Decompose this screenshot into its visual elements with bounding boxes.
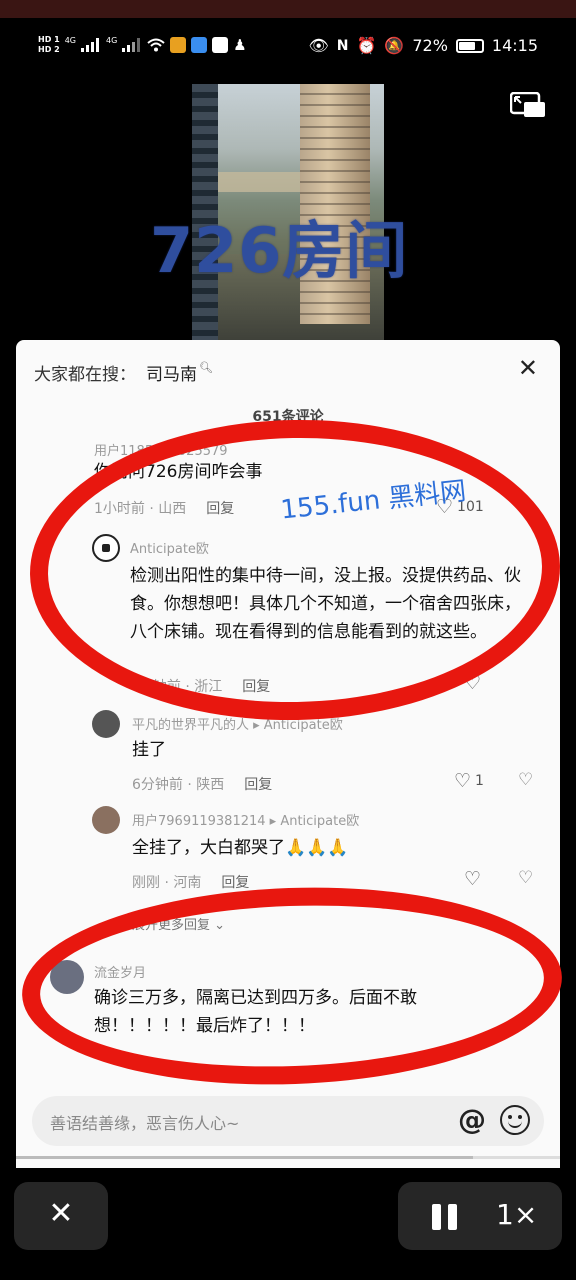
comment-sheet: 大家都在搜： 司马南 🔍︎ ✕ 651条评论 用户1185015025579 你… [16,340,560,1168]
comment-input-placeholder[interactable]: 善语结善缘，恶言伤人心~ [50,1110,239,1134]
battery-level [458,41,475,50]
signal-1-icon [80,38,101,52]
video-overlay-title: 726房间 [150,214,409,287]
comment-time-location: 6分钟前 · 陕西 [132,777,225,793]
mail-app-icon [212,37,229,53]
comment-username[interactable]: 流金岁月 [94,962,146,981]
reply-button[interactable]: 回复 [244,777,272,793]
avatar[interactable] [92,710,120,738]
dislike-icon[interactable]: ♡ [518,868,533,888]
comment-username[interactable]: 用户1185015025579 [94,440,228,459]
comment-username[interactable]: 平凡的世界平凡的人 ▸ Anticipate欧 [132,714,343,733]
pause-icon[interactable] [432,1204,458,1230]
close-player-button[interactable]: ✕ [14,1182,108,1250]
comment-text: 挂了 [132,740,166,760]
trending-search-prefix: 大家都在搜： [34,365,136,385]
dislike-icon[interactable]: ♡ [518,770,533,790]
player-control-group: 1× [398,1182,562,1250]
comment-username[interactable]: 用户7969119381214 ▸ Anticipate欧 [132,810,359,829]
sim2-label: HD 2 [38,45,60,54]
status-bar: HD 1 HD 2 4G 4G ♟ 👁 N ⏰ 🔕 72% 14:15 [0,28,576,68]
reply-button[interactable]: 回复 [242,679,270,695]
qq-penguin-icon: ♟ [233,36,247,54]
mute-bell-icon: 🔕 [384,36,405,55]
comment-meta: 6分钟前 · 陕西 回复 [132,774,272,794]
battery-percent: 72% [412,36,448,55]
comment-text: 检测出阳性的集中待一间，没上报。没提供药品、伙食。你想想吧！具体几个不知道，一个… [130,566,521,642]
wifi-icon [147,38,165,52]
network-gen-1: 4G [64,35,76,45]
trending-search-row[interactable]: 大家都在搜： 司马南 🔍︎ [34,360,213,385]
heart-icon: ♡ [454,770,472,792]
eye-icon: 👁 [308,36,329,55]
comment-text: 全挂了，大白都哭了🙏🙏🙏 [132,838,349,858]
video-scene-river [218,172,308,192]
network-gen-2: 4G [105,35,118,45]
nfc-icon: N [336,37,349,54]
playback-speed-button[interactable]: 1× [496,1198,537,1231]
expand-more-replies[interactable]: 展开更多回复 ⌄ [132,914,225,933]
reply-button[interactable]: 回复 [206,501,234,517]
comment-input-bar[interactable]: 善语结善缘，恶言伤人心~ @ [32,1096,544,1146]
status-left: HD 1 HD 2 4G 4G ♟ [38,35,247,55]
search-icon: 🔍︎ [199,361,213,374]
battery-icon [455,38,484,53]
like-count: 1 [475,773,484,789]
comment-count: 651条评论 [252,409,324,425]
heart-icon: ♡ [464,672,482,694]
sim-hd-indicator: HD 1 HD 2 [38,36,60,54]
status-right: 👁 N ⏰ 🔕 72% 14:15 [308,36,538,55]
heart-icon: ♡ [464,868,482,890]
trending-search-keyword[interactable]: 司马南 [146,360,197,385]
alarm-icon: ⏰ [356,36,377,55]
close-comments-icon[interactable]: ✕ [518,354,538,382]
like-button[interactable]: ♡ [464,868,481,890]
dislike-icon[interactable]: ♡ [518,496,533,516]
close-icon: ✕ [48,1196,74,1231]
comment-text: 确诊三万多，隔离已达到四万多。后面不敢想！！！！！最后炸了！！！ [94,988,417,1036]
reply-button[interactable]: 回复 [221,875,249,891]
picture-in-picture-icon[interactable] [510,92,546,118]
like-button[interactable]: ♡ [464,672,485,694]
clock-time: 14:15 [491,36,538,55]
comment-meta: 4分钟前 · 浙江 回复 [130,676,270,696]
comment-time-location: 刚刚 · 河南 [132,875,202,891]
sim1-label: HD 1 [38,35,60,44]
weibo-app-icon [170,37,187,53]
comment-meta: 刚刚 · 河南 回复 [132,872,249,892]
signal-2-icon [122,38,142,52]
comment-username[interactable]: Anticipate欧 [130,538,209,557]
shield-app-icon [191,37,208,53]
like-button[interactable]: ♡ 1 [454,770,484,792]
comment-meta: 1小时前 · 山西 回复 [94,498,234,518]
screen-top-border [0,0,576,18]
video-progress-bar[interactable] [16,1156,560,1159]
video-progress-fill [16,1156,473,1159]
comment-time-location: 1小时前 · 山西 [94,501,187,517]
avatar[interactable] [92,806,120,834]
emoji-icon[interactable] [500,1105,530,1135]
mention-at-button[interactable]: @ [458,1104,486,1136]
avatar[interactable] [92,534,120,562]
comment-time-location: 4分钟前 · 浙江 [130,679,223,695]
avatar[interactable] [50,960,84,994]
